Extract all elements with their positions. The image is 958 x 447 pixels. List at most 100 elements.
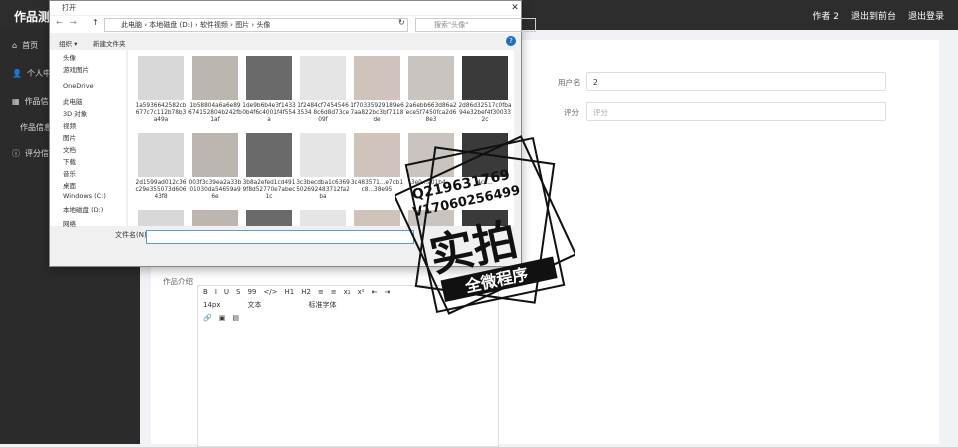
filename-input[interactable] <box>146 230 414 244</box>
editor-tool-button[interactable]: ⇤ <box>372 288 378 296</box>
editor-tool-button[interactable]: H1 <box>284 288 294 296</box>
file-item[interactable]: 1de9b6b4e3f14330b4f6c4001f4f554a <box>242 56 296 124</box>
image-thumbnail <box>354 210 400 226</box>
image-thumbnail <box>246 133 292 177</box>
file-item[interactable]: 2d86d32517c0fba94e32bef4f300332c <box>458 56 512 124</box>
filename-label: 文件名(N): <box>115 231 150 239</box>
close-icon[interactable]: ✕ <box>509 1 521 15</box>
file-item[interactable]: 1b58804a6a6e89674152804b242fb1af <box>188 56 242 124</box>
score-label: 评分 <box>564 108 579 117</box>
nav-item[interactable]: 网络 <box>63 218 76 228</box>
back-icon[interactable]: ← <box>56 18 63 27</box>
editor-tool-button[interactable]: ≡ <box>318 288 324 296</box>
new-folder-button[interactable]: 新建文件夹 <box>93 38 126 48</box>
logout-link[interactable]: 退出登录 <box>908 9 944 22</box>
nav-item[interactable]: 头像 <box>63 52 76 62</box>
breadcrumb-item[interactable]: 软件视频 <box>200 21 228 29</box>
brand-title: 作品测 <box>14 10 51 24</box>
image-thumbnail <box>354 133 400 177</box>
file-item[interactable] <box>242 210 296 226</box>
file-item[interactable] <box>296 210 350 226</box>
file-item[interactable]: 2d1599ad012c36c29e355073d60643f8 <box>134 133 188 201</box>
image-thumbnail <box>138 133 184 177</box>
nav-item[interactable]: 图片 <box>63 132 76 142</box>
file-item[interactable]: 1f70335929189e67aa822bc3bf7118de <box>350 56 404 124</box>
editor-tool-button[interactable]: x² <box>358 288 365 296</box>
dialog-title: 打开 <box>62 4 76 12</box>
score-field[interactable]: 评分 <box>586 102 886 121</box>
editor-tool-button[interactable]: ⇥ <box>384 288 390 296</box>
nav-item[interactable]: 本地磁盘 (D:) <box>63 204 103 214</box>
breadcrumb-item[interactable]: 图片 <box>235 21 249 29</box>
file-item[interactable]: 003f3c39ea2a33b01030da54659a96e <box>188 133 242 201</box>
font-size-select[interactable]: 14px <box>203 301 221 309</box>
dialog-search-input[interactable]: 搜索"头像" <box>415 18 536 32</box>
image-thumbnail <box>192 210 238 226</box>
image-thumbnail <box>246 210 292 226</box>
image-thumbnail <box>300 210 346 226</box>
file-item[interactable] <box>134 210 188 226</box>
image-thumbnail <box>354 56 400 100</box>
image-icon[interactable]: ▣ <box>219 314 226 322</box>
forward-icon[interactable]: → <box>70 18 77 27</box>
font-family-select[interactable]: 标准字体 <box>309 300 337 310</box>
up-icon[interactable]: ↑ <box>92 18 99 27</box>
nav-item[interactable]: Windows (C:) <box>63 192 106 200</box>
image-thumbnail <box>192 56 238 100</box>
editor-tool-button[interactable]: ≡ <box>331 288 337 296</box>
file-item[interactable]: 3b8a2efed1cd4919f8d52770e7abec1c <box>242 133 296 201</box>
file-name: 1b58804a6a6e89674152804b242fb1af <box>188 103 242 123</box>
breadcrumb-item[interactable]: 本地磁盘 (D:) <box>149 21 192 29</box>
file-name: 1de9b6b4e3f14330b4f6c4001f4f554a <box>242 103 296 123</box>
user-label[interactable]: 作者 2 <box>812 9 839 22</box>
nav-item[interactable]: 3D 对象 <box>63 108 87 118</box>
editor-tool-button[interactable]: S <box>236 288 240 296</box>
nav-item[interactable]: 游戏图片 <box>63 64 89 74</box>
editor-tool-button[interactable]: 99 <box>247 288 256 296</box>
navigation-pane: 头像游戏图片 OneDrive 此电脑 3D 对象视频图片文档下载音乐桌面 Window… <box>50 50 126 228</box>
image-thumbnail <box>246 56 292 100</box>
intro-label: 作品介绍 <box>163 277 193 286</box>
editor-tool-button[interactable]: x₂ <box>344 288 351 296</box>
nav-item[interactable]: 视频 <box>63 120 76 130</box>
nav-item[interactable]: 此电脑 <box>63 96 83 106</box>
file-item[interactable]: 2a6ebb663d86a2ece5f7450fca2d68e3 <box>404 56 458 124</box>
dialog-titlebar: 打开 ✕ <box>50 1 521 15</box>
file-item[interactable]: 1a5936642582cb677c7c112b78b3a49a <box>134 56 188 124</box>
nav-item[interactable]: OneDrive <box>63 82 94 90</box>
editor-tool-button[interactable]: H2 <box>301 288 311 296</box>
editor-tool-button[interactable]: U <box>224 288 229 296</box>
video-icon[interactable]: ▤ <box>232 314 239 322</box>
image-thumbnail <box>408 56 454 100</box>
text-style-select[interactable]: 文本 <box>248 300 262 310</box>
back-to-front-link[interactable]: 退出到前台 <box>851 9 896 22</box>
command-bar: 组织 ▾ 新建文件夹 ? <box>50 35 521 48</box>
image-thumbnail <box>138 210 184 226</box>
breadcrumb-item[interactable]: 此电脑 <box>121 21 142 29</box>
editor-tool-button[interactable]: I <box>215 288 217 296</box>
link-icon[interactable]: 🔗 <box>203 314 212 322</box>
file-item[interactable] <box>188 210 242 226</box>
address-bar-row: ← → ↑ 此电脑 › 本地磁盘 (D:) › 软件视频 › 图片 › 头像 ↻… <box>50 16 536 33</box>
nav-item[interactable]: 下载 <box>63 156 76 166</box>
breadcrumb[interactable]: 此电脑 › 本地磁盘 (D:) › 软件视频 › 图片 › 头像 <box>104 18 408 32</box>
file-name: 1f2484cf74545463534 8c6d8d73ce09f <box>296 103 350 123</box>
help-icon[interactable]: ? <box>506 36 516 46</box>
organize-button[interactable]: 组织 ▾ <box>59 38 77 48</box>
nav-item[interactable]: 音乐 <box>63 168 76 178</box>
refresh-icon[interactable]: ↻ <box>398 18 405 27</box>
file-name: 003f3c39ea2a33b01030da54659a96e <box>188 180 242 200</box>
file-name: 3c3becdba1c6369502692483712fa2ba <box>296 180 350 200</box>
file-item[interactable]: 1f2484cf74545463534 8c6d8d73ce09f <box>296 56 350 124</box>
nav-item[interactable]: 桌面 <box>63 180 76 190</box>
nav-item[interactable]: 文档 <box>63 144 76 154</box>
file-name: 1a5936642582cb677c7c112b78b3a49a <box>135 103 187 123</box>
sidebar-subitem-works[interactable]: 作品信息 <box>20 122 52 133</box>
username-field[interactable]: 2 <box>586 72 886 91</box>
file-item[interactable]: 3c3becdba1c6369502692483712fa2ba <box>296 133 350 201</box>
editor-tool-button[interactable]: B <box>203 288 208 296</box>
sidebar-item-home[interactable]: ⌂ 首页 <box>12 40 38 51</box>
image-thumbnail <box>462 56 508 100</box>
breadcrumb-item[interactable]: 头像 <box>256 21 270 29</box>
editor-tool-button[interactable]: </> <box>263 288 277 296</box>
